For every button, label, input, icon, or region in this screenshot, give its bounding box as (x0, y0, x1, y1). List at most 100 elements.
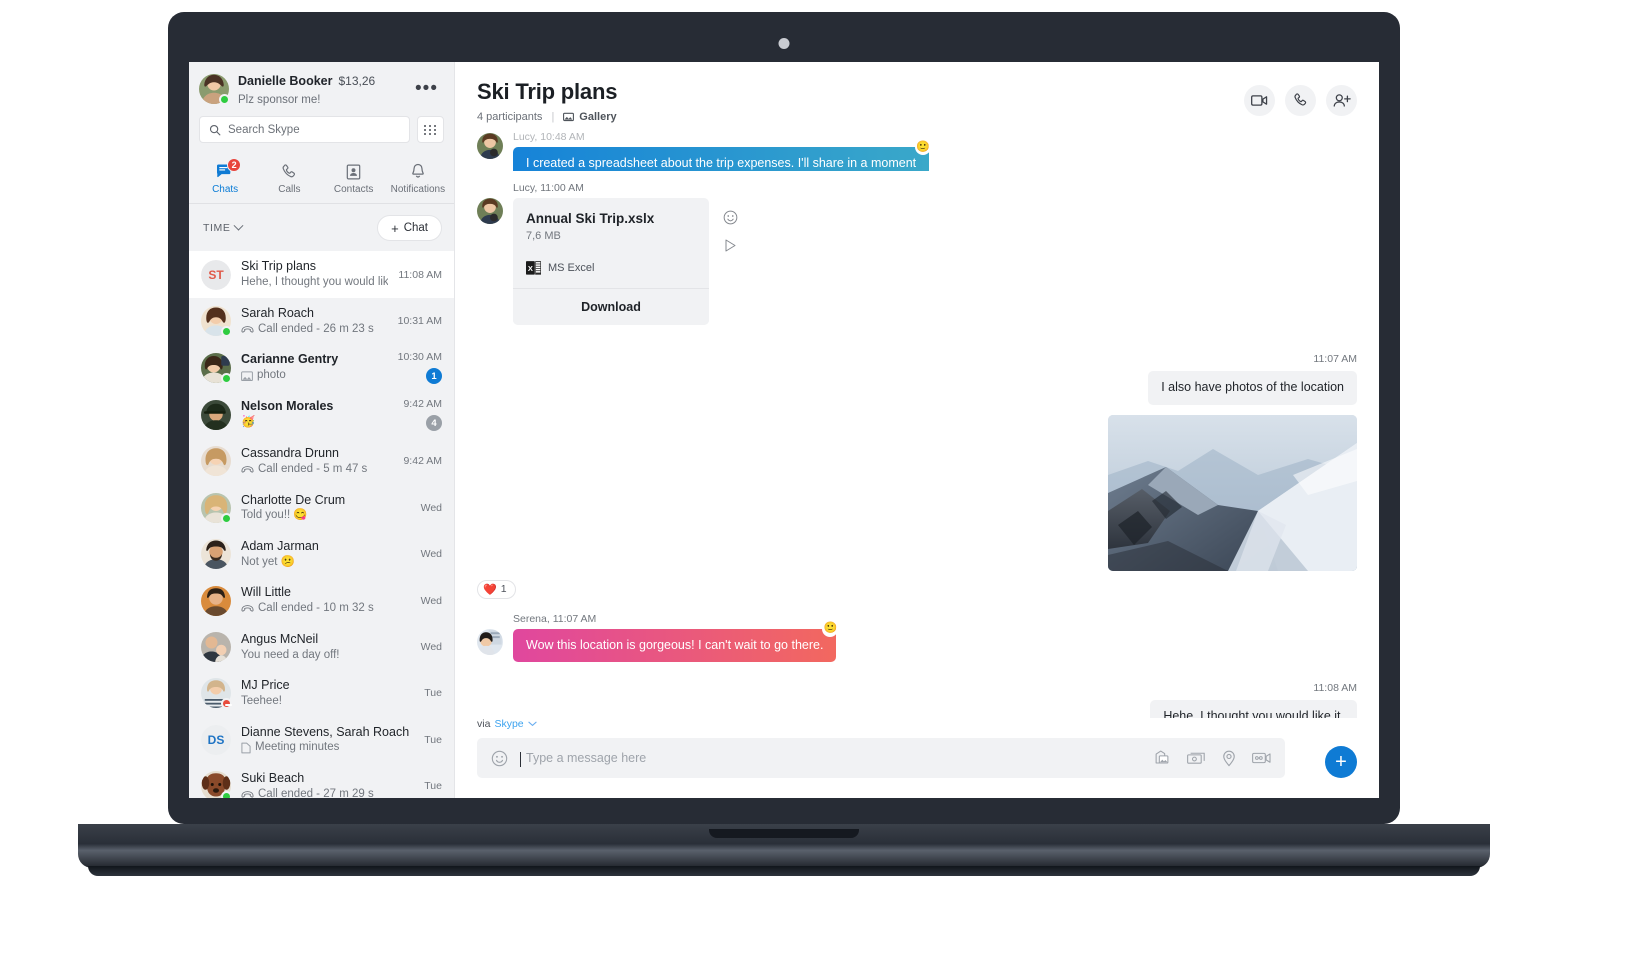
file-name: Annual Ski Trip.xslx (526, 211, 696, 226)
avatar[interactable] (201, 353, 231, 383)
chat-list-item[interactable]: MJ PriceTeehee!Tue (189, 670, 454, 716)
tab-contacts[interactable]: Contacts (322, 156, 386, 203)
send-money-icon[interactable] (1187, 751, 1206, 766)
message-reaction[interactable]: ❤️ 1 (477, 580, 516, 599)
profile-row[interactable]: Danielle Booker$13,26 Plz sponsor me! ••… (189, 62, 454, 114)
chat-item-name: Carianne Gentry (241, 351, 388, 368)
chat-list-item[interactable]: STSki Trip plansHehe, I thought you woul… (189, 251, 454, 297)
chat-item-text: Nelson Morales🥳 (241, 398, 393, 430)
message-input-row[interactable]: Type a message here (477, 738, 1285, 778)
via-selector[interactable]: via Skype (477, 718, 1285, 730)
conversation-header: Ski Trip plans 4 participants | Gallery (455, 62, 1379, 125)
video-call-button[interactable] (1244, 85, 1275, 116)
call-ended-icon (241, 790, 254, 798)
chat-item-text: Will LittleCall ended - 10 m 32 s (241, 584, 411, 616)
search-input[interactable]: Search Skype (199, 116, 410, 143)
profile-more-button[interactable]: ••• (409, 83, 444, 94)
message-input[interactable]: Type a message here (520, 751, 1141, 765)
avatar[interactable] (201, 446, 231, 476)
react-icon[interactable]: 🙂 (915, 139, 931, 155)
unread-badge: 4 (426, 415, 442, 431)
file-attachment-card[interactable]: Annual Ski Trip.xslx 7,6 MB X (513, 198, 709, 325)
tab-chats-label: Chats (193, 184, 257, 195)
react-icon[interactable]: 🙂 (822, 621, 838, 637)
plus-icon: + (391, 222, 399, 235)
chevron-down-icon (528, 721, 537, 727)
new-chat-button[interactable]: + Chat (377, 215, 442, 241)
forward-icon[interactable] (723, 238, 738, 253)
emoji-face-icon[interactable] (491, 750, 508, 767)
via-prefix: via (477, 718, 490, 730)
avatar[interactable] (477, 133, 503, 159)
photo-attachment[interactable] (1108, 415, 1357, 571)
chat-list[interactable]: STSki Trip plansHehe, I thought you woul… (189, 251, 454, 798)
audio-call-button[interactable] (1285, 85, 1316, 116)
message-input-placeholder: Type a message here (526, 751, 646, 765)
avatar[interactable] (199, 74, 229, 104)
avatar[interactable] (477, 198, 503, 224)
send-image-icon[interactable] (1153, 750, 1171, 766)
chat-list-item[interactable]: Charlotte De CrumTold you!! 😋Wed (189, 485, 454, 531)
download-button[interactable]: Download (513, 288, 709, 325)
react-icon[interactable] (723, 210, 738, 225)
add-people-button[interactable] (1326, 85, 1357, 116)
avatar[interactable]: ST (201, 260, 231, 290)
chat-item-preview: Meeting minutes (241, 740, 414, 756)
tab-calls[interactable]: Calls (257, 156, 321, 203)
message-body: Lucy, 10:48 AM I created a spreadsheet a… (513, 131, 929, 171)
video-message-icon[interactable] (1252, 751, 1271, 765)
message-bubble[interactable]: I also have photos of the location (1148, 371, 1357, 405)
message-bubble[interactable]: Hehe, I thought you would like it. (1150, 700, 1357, 718)
dialpad-button[interactable] (417, 116, 444, 143)
avatar[interactable] (201, 493, 231, 523)
chat-list-item[interactable]: Nelson Morales🥳9:42 AM4 (189, 391, 454, 438)
message-outgoing-text: 11:07 AM I also have photos of the locat… (477, 353, 1357, 405)
avatar[interactable] (201, 771, 231, 798)
chat-list-item[interactable]: Adam JarmanNot yet 😕Wed (189, 531, 454, 577)
chat-item-preview: Call ended - 26 m 23 s (241, 322, 388, 338)
participant-count: 4 participants (477, 111, 542, 123)
avatar[interactable] (201, 400, 231, 430)
chat-list-item[interactable]: Sarah RoachCall ended - 26 m 23 s10:31 A… (189, 298, 454, 344)
file-card-body: Annual Ski Trip.xslx 7,6 MB X (513, 198, 709, 288)
heart-icon: ❤️ (483, 583, 497, 596)
avatar[interactable]: DS (201, 725, 231, 755)
chat-item-name: Sarah Roach (241, 305, 388, 322)
message-bubble[interactable]: Wow this location is gorgeous! I can't w… (513, 629, 836, 663)
chat-item-text: Charlotte De CrumTold you!! 😋 (241, 492, 411, 524)
sort-by-time-button[interactable]: TIME (203, 222, 242, 234)
chats-unread-badge: 2 (227, 158, 241, 172)
message-list[interactable]: Lucy, 10:48 AM I created a spreadsheet a… (455, 125, 1379, 718)
message-time: 11:08 AM (1313, 682, 1357, 694)
via-service[interactable]: Skype (494, 718, 523, 730)
avatar[interactable] (201, 632, 231, 662)
avatar[interactable] (477, 629, 503, 655)
chat-item-preview: 🥳 (241, 415, 393, 431)
chat-item-text: Sarah RoachCall ended - 26 m 23 s (241, 305, 388, 337)
chat-list-item[interactable]: DSDianne Stevens, Sarah RoachMeeting min… (189, 717, 454, 763)
gallery-button[interactable]: Gallery (563, 111, 616, 123)
chat-item-time: Tue (424, 780, 442, 792)
profile-credit: $13,26 (338, 74, 375, 88)
chat-list-item[interactable]: Cassandra DrunnCall ended - 5 m 47 s9:42… (189, 438, 454, 484)
avatar[interactable] (201, 539, 231, 569)
message-sender: Serena, 11:07 AM (513, 613, 836, 625)
avatar[interactable] (201, 678, 231, 708)
message-bubble[interactable]: I created a spreadsheet about the trip e… (513, 147, 929, 171)
new-content-button[interactable]: + (1325, 746, 1357, 778)
chat-item-name: Will Little (241, 584, 411, 601)
chat-item-time: Wed (421, 641, 442, 653)
gallery-label: Gallery (579, 111, 616, 123)
chat-list-item[interactable]: Suki BeachCall ended - 27 m 29 sTue (189, 763, 454, 798)
tab-chats[interactable]: 2 Chats (193, 156, 257, 203)
avatar[interactable] (201, 586, 231, 616)
send-location-icon[interactable] (1222, 750, 1236, 767)
chat-list-item[interactable]: Carianne Gentryphoto10:30 AM1 (189, 344, 454, 391)
chat-list-item[interactable]: Will LittleCall ended - 10 m 32 sWed (189, 577, 454, 623)
tab-notifications[interactable]: Notifications (386, 156, 450, 203)
chat-item-name: Nelson Morales (241, 398, 393, 415)
avatar[interactable] (201, 306, 231, 336)
chat-list-item[interactable]: Angus McNeilYou need a day off!Wed (189, 624, 454, 670)
composer-actions (1153, 750, 1271, 767)
chat-item-meta: Tue (424, 780, 442, 792)
